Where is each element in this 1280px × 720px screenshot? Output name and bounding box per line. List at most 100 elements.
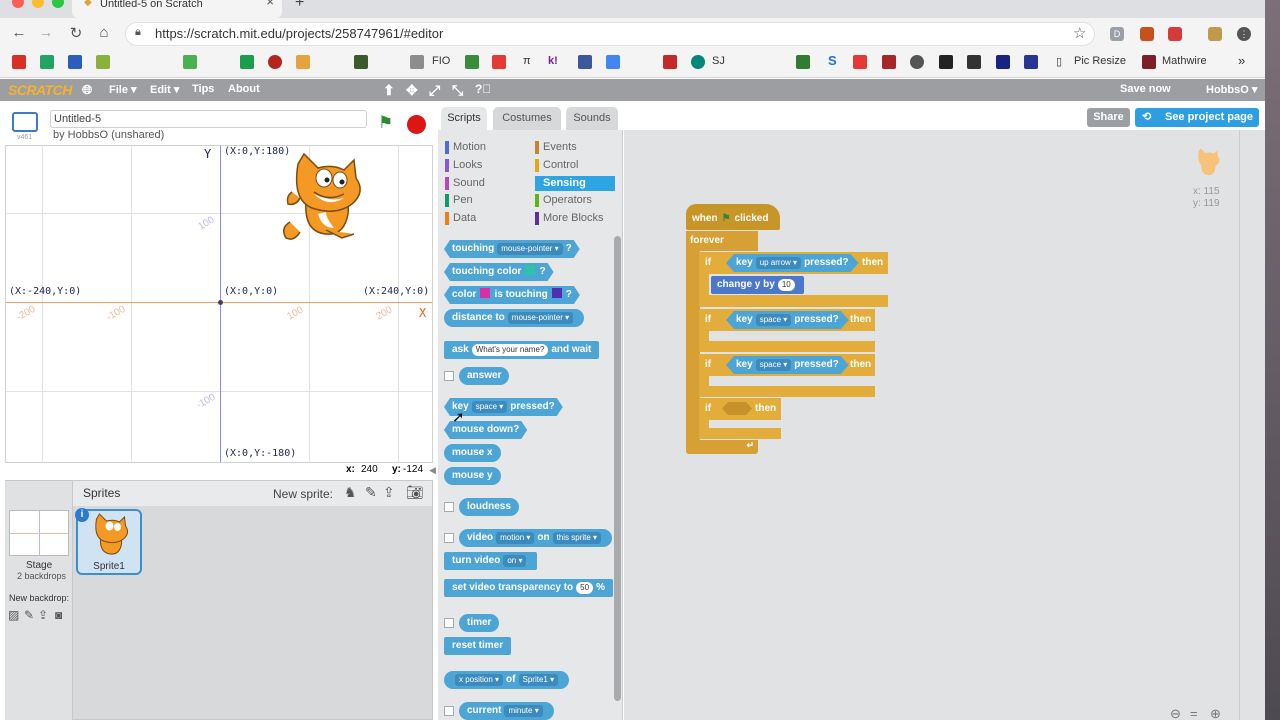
empty-condition-slot[interactable] <box>722 402 752 415</box>
back-icon[interactable]: ← <box>9 24 29 41</box>
color-swatch[interactable] <box>525 265 535 275</box>
bookmark-icon[interactable] <box>465 55 479 69</box>
touching-color-block[interactable]: touching color? <box>444 263 554 281</box>
bookmark-mathwire[interactable]: Mathwire <box>1162 55 1207 67</box>
bookmark-icon[interactable] <box>939 55 953 69</box>
extension-icon[interactable] <box>1168 27 1182 41</box>
bookmark-icon[interactable] <box>96 55 110 69</box>
attribute-dropdown[interactable]: x position ▾ <box>455 674 504 686</box>
choose-backdrop-icon[interactable]: ▨ <box>8 608 19 622</box>
bookmark-icon[interactable] <box>910 55 924 69</box>
bookmark-icon[interactable] <box>882 55 896 69</box>
home-icon[interactable]: ⌂ <box>94 24 114 41</box>
gmail-icon[interactable] <box>12 55 26 69</box>
file-menu[interactable]: File ▾ <box>109 83 137 96</box>
distance-target-dropdown[interactable]: mouse-pointer ▾ <box>507 312 574 324</box>
collapse-stage-icon[interactable]: ◀ <box>429 465 436 476</box>
see-project-page-button[interactable]: ⟲ See project page <box>1135 108 1259 127</box>
bookmark-sj[interactable]: SJ <box>712 55 725 67</box>
tips-menu[interactable]: Tips <box>192 83 214 95</box>
video-attribute-dropdown[interactable]: motion ▾ <box>496 532 535 544</box>
mathwire-icon[interactable] <box>1142 55 1156 69</box>
color-swatch[interactable] <box>552 288 562 298</box>
stage-thumbnail[interactable] <box>9 510 69 556</box>
category-data[interactable]: Data <box>445 211 525 226</box>
tab-sounds[interactable]: Sounds <box>566 107 618 130</box>
bookmark-icon[interactable] <box>268 55 282 69</box>
bookmark-pi[interactable]: π <box>523 55 531 67</box>
upload-backdrop-icon[interactable]: ⇪ <box>38 608 48 622</box>
tab-scripts[interactable]: Scripts <box>441 107 487 130</box>
paint-sprite-icon[interactable]: ✎ <box>365 484 377 501</box>
bookmark-icon[interactable] <box>663 55 677 69</box>
loudness-checkbox[interactable] <box>444 502 454 512</box>
palette-scrollbar[interactable] <box>614 236 621 701</box>
reload-icon[interactable]: ↻ <box>66 24 86 42</box>
bookmark-kahoot[interactable]: k! <box>548 55 558 67</box>
paint-backdrop-icon[interactable]: ✎ <box>24 608 34 622</box>
grow-tool-icon[interactable]: ⤢ <box>429 82 440 99</box>
edit-menu[interactable]: Edit ▾ <box>150 83 179 96</box>
distance-to-block[interactable]: distance to mouse-pointer ▾ <box>444 309 585 327</box>
zoom-out-icon[interactable]: ⊖ <box>1170 706 1181 720</box>
category-more-blocks[interactable]: More Blocks <box>535 211 615 226</box>
new-tab-icon[interactable]: + <box>295 0 304 12</box>
current-time-block[interactable]: current minute ▾ <box>459 702 554 720</box>
bookmark-pic-resize[interactable]: Pic Resize <box>1074 55 1126 67</box>
user-menu[interactable]: HobbsO ▾ <box>1206 83 1257 96</box>
bookmark-icon[interactable] <box>240 55 254 69</box>
video-target-dropdown[interactable]: this sprite ▾ <box>552 532 602 544</box>
presentation-mode-icon[interactable] <box>12 112 38 132</box>
close-tab-icon[interactable]: × <box>266 0 274 8</box>
about-menu[interactable]: About <box>228 83 260 95</box>
key-space-pressed-block[interactable]: key space ▾ pressed? <box>726 311 849 329</box>
bookmark-icon[interactable] <box>410 55 424 69</box>
bookmark-icon[interactable] <box>296 55 310 69</box>
url-text[interactable]: https://scratch.mit.edu/projects/2587479… <box>155 26 443 41</box>
touching-target-dropdown[interactable]: mouse-pointer ▾ <box>497 243 562 255</box>
ask-question-input[interactable]: What's your name? <box>471 344 549 356</box>
bookmark-icon[interactable] <box>183 55 197 69</box>
forward-icon[interactable]: → <box>36 24 56 41</box>
sprite-dropdown[interactable]: Sprite1 ▾ <box>518 674 559 686</box>
category-looks[interactable]: Looks <box>445 158 525 173</box>
scratch-logo[interactable]: SCRATCH <box>8 81 72 99</box>
transparency-input[interactable]: 50 <box>576 582 594 594</box>
minimize-window-icon[interactable] <box>32 0 44 8</box>
choose-sprite-icon[interactable]: ♞ <box>344 484 357 501</box>
bookmark-icon[interactable] <box>691 55 705 69</box>
change-y-input[interactable]: 10 <box>777 279 795 291</box>
bookmark-icon[interactable] <box>996 55 1010 69</box>
current-checkbox[interactable] <box>444 706 454 716</box>
bookmark-fio[interactable]: FIO <box>432 55 450 67</box>
extension-icon[interactable] <box>1140 27 1154 41</box>
key-dropdown[interactable]: space ▾ <box>756 359 792 371</box>
stage[interactable]: Y X (X:0,Y:180) (X:0,Y:0) (X:-240,Y:0) (… <box>5 145 433 463</box>
attribute-of-block[interactable]: x position ▾ of Sprite1 ▾ <box>444 671 570 689</box>
menu-kebab-icon[interactable]: ⋮ <box>1237 27 1251 41</box>
turn-video-block[interactable]: turn video on ▾ <box>444 552 538 570</box>
zoom-reset-icon[interactable]: = <box>1190 706 1198 720</box>
profile-avatar[interactable] <box>1208 27 1222 41</box>
zoom-in-icon[interactable]: ⊕ <box>1210 706 1221 720</box>
camera-backdrop-icon[interactable]: ◙ <box>55 608 62 622</box>
key-dropdown[interactable]: up arrow ▾ <box>756 257 801 269</box>
bookmark-icon[interactable] <box>354 55 368 69</box>
answer-checkbox[interactable] <box>444 371 454 381</box>
category-operators[interactable]: Operators <box>535 193 615 208</box>
category-motion[interactable]: Motion <box>445 140 525 155</box>
drive-icon[interactable] <box>40 55 54 69</box>
color-touching-block[interactable]: color is touching? <box>444 286 580 304</box>
bookmark-icon[interactable] <box>606 55 620 69</box>
bookmark-icon[interactable] <box>492 55 506 69</box>
loudness-block[interactable]: loudness <box>459 498 519 516</box>
bookmark-s[interactable]: S <box>828 53 837 68</box>
facebook-icon[interactable] <box>578 55 592 69</box>
shrink-tool-icon[interactable]: ⤡ <box>452 82 463 99</box>
answer-block[interactable]: answer <box>459 367 510 385</box>
category-control[interactable]: Control <box>535 158 615 173</box>
close-window-icon[interactable] <box>12 0 24 8</box>
share-button[interactable]: Share <box>1087 108 1130 127</box>
key-up-pressed-block[interactable]: key up arrow ▾ pressed? <box>726 254 859 272</box>
category-sensing[interactable]: Sensing <box>535 175 615 191</box>
